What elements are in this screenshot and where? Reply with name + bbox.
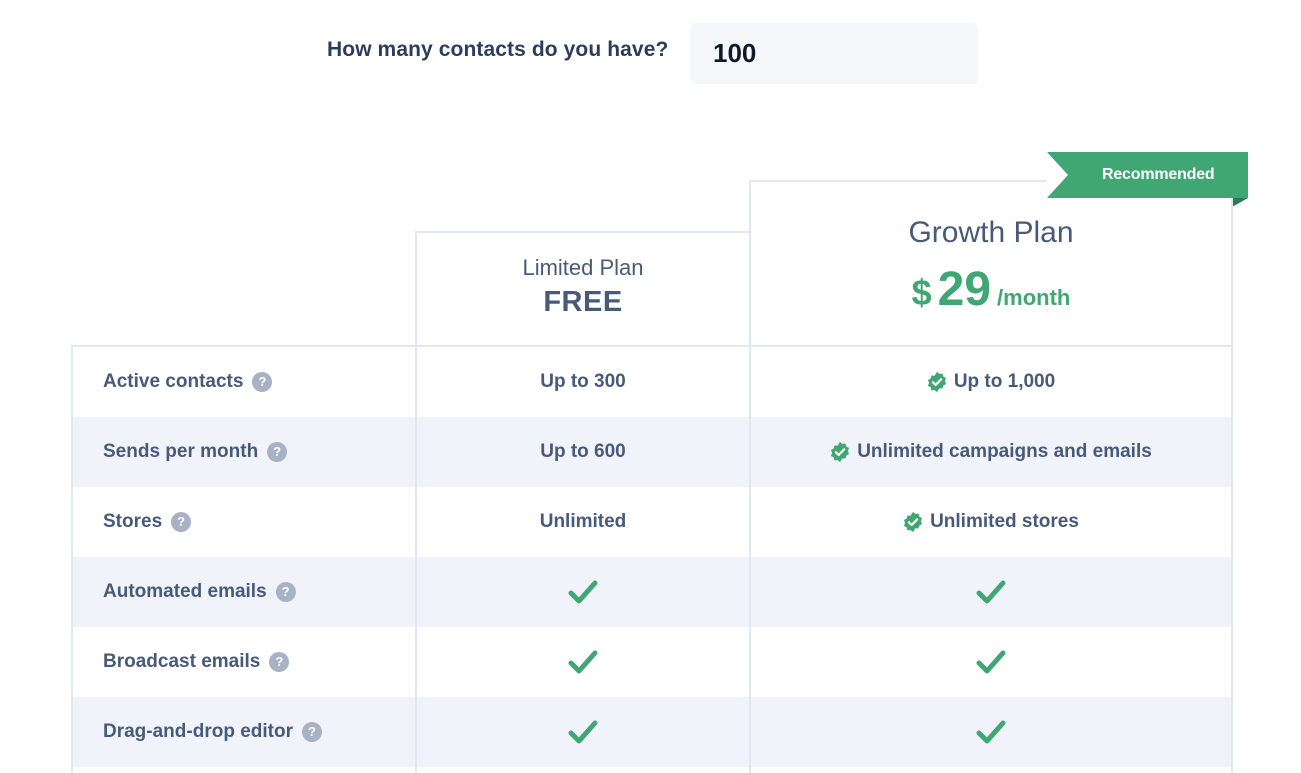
table-row: Broadcast emails?	[73, 627, 1231, 697]
table-row: Active contacts? Up to 300 Up to 1,000	[73, 347, 1231, 417]
limited-plan-price: FREE	[543, 286, 623, 318]
help-icon[interactable]: ?	[275, 582, 296, 602]
growth-header-top-border	[749, 180, 1047, 182]
verified-badge-icon	[831, 441, 850, 463]
growth-active-contacts-cell: Up to 1,000	[750, 347, 1231, 417]
growth-value: Unlimited campaigns and emails	[857, 441, 1152, 462]
contacts-count-input[interactable]	[690, 23, 978, 84]
recommended-ribbon-label: Recommended	[1102, 166, 1215, 183]
feature-label: Sends per month?	[103, 417, 288, 487]
limited-stores-cell: Unlimited	[417, 487, 749, 557]
feature-name: Broadcast emails	[103, 651, 261, 672]
checkmark-icon	[976, 580, 1005, 604]
feature-label: Active contacts?	[103, 347, 273, 417]
growth-value: Unlimited stores	[930, 511, 1079, 532]
checkmark-icon	[568, 650, 598, 674]
feature-name: Stores	[103, 511, 163, 532]
table-row: Drag-and-drop editor?	[73, 697, 1231, 767]
table-left-border	[71, 345, 73, 773]
checkmark-icon	[568, 580, 598, 604]
feature-label: Stores?	[103, 487, 192, 557]
growth-price-amount: 29	[937, 263, 992, 316]
growth-stores-cell: Unlimited stores	[750, 487, 1231, 557]
limited-value: Unlimited	[539, 511, 627, 532]
table-row: Automated emails?	[73, 557, 1231, 627]
help-icon[interactable]: ?	[302, 722, 322, 742]
feature-name: Sends per month	[103, 441, 259, 462]
contacts-question-label: How many contacts do you have?	[327, 38, 669, 61]
limited-active-contacts-cell: Up to 300	[417, 347, 749, 417]
growth-plan-name: Growth Plan	[908, 216, 1074, 249]
limited-value: Up to 600	[540, 441, 626, 462]
feature-name: Automated emails	[103, 581, 267, 602]
growth-value: Up to 1,000	[953, 371, 1056, 392]
growth-right-border	[1231, 198, 1233, 773]
feature-label: Automated emails?	[103, 557, 296, 627]
growth-price-period: /month	[997, 285, 1071, 310]
help-icon[interactable]: ?	[267, 442, 288, 462]
help-icon[interactable]: ?	[269, 652, 290, 672]
header-bottom-border	[72, 345, 1232, 347]
checkmark-icon	[568, 720, 598, 744]
limited-drag-and-drop-editor-cell	[417, 697, 749, 767]
feature-label: Drag-and-drop editor?	[103, 697, 322, 767]
growth-price-currency: $	[911, 272, 932, 313]
limited-header-top-border	[416, 231, 750, 233]
pricing-page: How many contacts do you have? Recommend…	[0, 0, 1301, 773]
limited-value: Up to 300	[540, 371, 626, 392]
limited-plan-name: Limited Plan	[522, 255, 644, 280]
limited-broadcast-emails-cell	[417, 627, 749, 697]
growth-plan-price: $29/month	[750, 262, 1232, 317]
help-icon[interactable]: ?	[171, 512, 192, 532]
help-icon[interactable]: ?	[252, 372, 273, 392]
feature-name: Drag-and-drop editor	[103, 721, 293, 742]
checkmark-icon	[976, 650, 1005, 674]
table-row: Sends per month? Up to 600 Unlimited campa…	[73, 417, 1231, 487]
feature-label: Broadcast emails?	[103, 627, 290, 697]
limited-sends-per-month-cell: Up to 600	[417, 417, 749, 487]
growth-drag-and-drop-editor-cell	[750, 697, 1231, 767]
ribbon-fold	[1232, 198, 1248, 207]
growth-sends-per-month-cell: Unlimited campaigns and emails	[750, 417, 1231, 487]
feature-name: Active contacts	[103, 371, 244, 392]
growth-broadcast-emails-cell	[750, 627, 1231, 697]
checkmark-icon	[976, 720, 1005, 744]
verified-badge-icon	[927, 371, 946, 393]
growth-left-border	[749, 180, 751, 773]
limited-left-border	[415, 231, 417, 773]
verified-badge-icon	[903, 511, 923, 533]
limited-automated-emails-cell	[417, 557, 749, 627]
table-row: Stores? Unlimited Unlimited stores	[73, 487, 1231, 557]
growth-automated-emails-cell	[750, 557, 1231, 627]
